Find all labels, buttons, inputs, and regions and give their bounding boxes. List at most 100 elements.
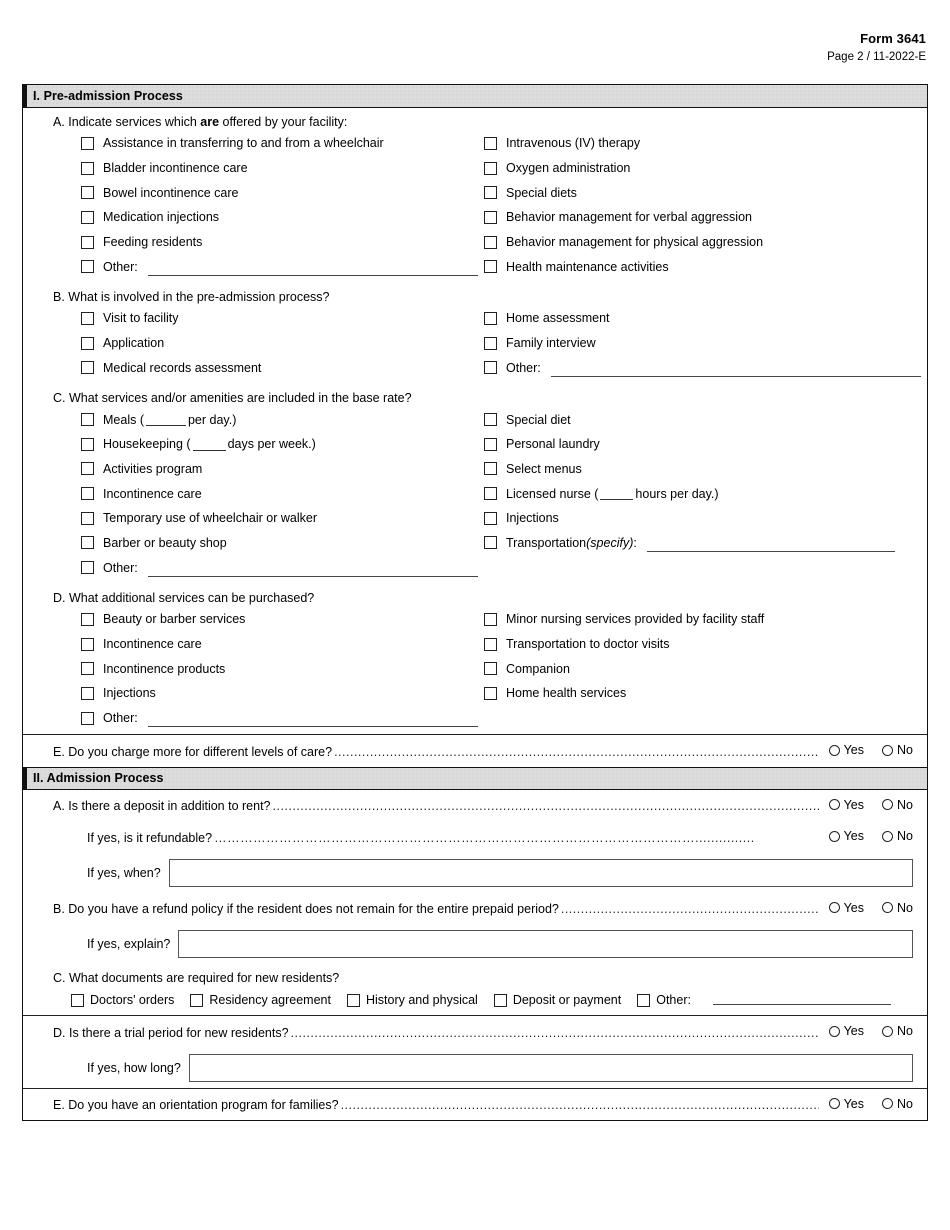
checkbox-icon[interactable]	[484, 511, 497, 525]
checkbox-row[interactable]: Bladder incontinence care	[81, 156, 475, 181]
checkbox-icon[interactable]	[484, 612, 497, 626]
radio-circle-icon[interactable]	[828, 799, 840, 811]
checkbox-icon[interactable]	[484, 361, 497, 375]
radio-yes-2a-sub[interactable]: Yes	[828, 829, 864, 843]
radio-circle-icon[interactable]	[828, 902, 840, 914]
if-yes-explain-input[interactable]	[178, 930, 913, 959]
radio-no-2d[interactable]: No	[882, 1024, 913, 1038]
checkbox-icon[interactable]	[81, 336, 94, 350]
checkbox-row[interactable]: Medication injections	[81, 205, 475, 230]
checkbox-icon[interactable]	[81, 487, 94, 501]
checkbox-row-other[interactable]: Other:	[81, 254, 478, 279]
checkbox-icon[interactable]	[71, 993, 84, 1007]
checkbox-row-meals[interactable]: Meals ( per day.)	[81, 407, 475, 432]
checkbox-row[interactable]: Activities program	[81, 457, 475, 482]
radio-no-1e[interactable]: No	[882, 743, 913, 757]
radio-circle-icon[interactable]	[882, 799, 894, 811]
checkbox-icon[interactable]	[81, 260, 94, 274]
radio-yes-1e[interactable]: Yes	[828, 743, 864, 757]
checkbox-icon[interactable]	[484, 662, 497, 676]
checkbox-row[interactable]: Personal laundry	[484, 432, 927, 457]
checkbox-row[interactable]: Residency agreement	[190, 993, 331, 1007]
checkbox-row[interactable]: Bowel incontinence care	[81, 180, 475, 205]
checkbox-icon[interactable]	[81, 686, 94, 700]
radio-no-2b[interactable]: No	[882, 901, 913, 915]
checkbox-row[interactable]: Temporary use of wheelchair or walker	[81, 506, 475, 531]
checkbox-icon[interactable]	[81, 662, 94, 676]
checkbox-icon[interactable]	[484, 686, 497, 700]
if-yes-how-long-input[interactable]	[188, 1053, 913, 1082]
radio-circle-icon[interactable]	[882, 902, 894, 914]
checkbox-icon[interactable]	[190, 993, 204, 1007]
checkbox-row[interactable]: Injections	[484, 506, 927, 531]
checkbox-row[interactable]: Intravenous (IV) therapy	[484, 131, 927, 156]
checkbox-icon[interactable]	[81, 511, 94, 525]
checkbox-icon[interactable]	[81, 311, 94, 325]
nurse-hours-input[interactable]	[600, 487, 634, 501]
checkbox-row[interactable]: History and physical	[346, 993, 478, 1007]
checkbox-row[interactable]: Beauty or barber services	[81, 607, 475, 632]
checkbox-icon[interactable]	[484, 487, 497, 501]
checkbox-icon[interactable]	[484, 311, 497, 325]
checkbox-icon[interactable]	[484, 260, 497, 274]
checkbox-row-housekeeping[interactable]: Housekeeping ( days per week.)	[81, 432, 475, 457]
housekeeping-days-input[interactable]	[192, 438, 226, 451]
checkbox-row[interactable]: Incontinence products	[81, 656, 475, 681]
checkbox-icon[interactable]	[81, 536, 94, 550]
radio-circle-icon[interactable]	[828, 1098, 840, 1110]
checkbox-icon[interactable]	[484, 413, 497, 427]
checkbox-row[interactable]: Medical records assessment	[81, 356, 475, 381]
checkbox-icon[interactable]	[81, 413, 94, 427]
checkbox-icon[interactable]	[484, 235, 497, 249]
checkbox-icon[interactable]	[484, 536, 497, 550]
checkbox-row[interactable]: Behavior management for verbal aggressio…	[484, 205, 927, 230]
checkbox-icon[interactable]	[637, 993, 651, 1007]
checkbox-row[interactable]: Doctors' orders	[71, 993, 174, 1007]
checkbox-row[interactable]: Home assessment	[484, 306, 927, 331]
checkbox-row-other[interactable]: Other:	[81, 706, 478, 731]
checkbox-icon[interactable]	[484, 136, 497, 150]
checkbox-row[interactable]: Deposit or payment	[493, 993, 621, 1007]
checkbox-row-other[interactable]: Other:	[637, 993, 691, 1007]
if-yes-when-input[interactable]	[168, 858, 913, 887]
checkbox-row-licensed-nurse[interactable]: Licensed nurse ( hours per day.)	[484, 481, 927, 506]
meals-per-day-input[interactable]	[145, 413, 186, 427]
checkbox-row[interactable]: Companion	[484, 656, 927, 681]
other-write-in-line[interactable]	[147, 714, 478, 728]
radio-circle-icon[interactable]	[882, 744, 894, 756]
other-write-in-line[interactable]	[147, 564, 478, 577]
radio-circle-icon[interactable]	[828, 744, 840, 756]
radio-circle-icon[interactable]	[828, 830, 840, 842]
radio-circle-icon[interactable]	[882, 830, 894, 842]
checkbox-row[interactable]: Incontinence care	[81, 632, 475, 657]
checkbox-row[interactable]: Health maintenance activities	[484, 254, 927, 279]
other-write-in-line[interactable]	[550, 364, 921, 378]
checkbox-icon[interactable]	[81, 210, 94, 224]
checkbox-icon[interactable]	[81, 136, 94, 150]
checkbox-icon[interactable]	[484, 637, 497, 651]
checkbox-row[interactable]: Family interview	[484, 331, 927, 356]
checkbox-row-transportation[interactable]: Transportation (specify):	[484, 531, 927, 556]
checkbox-icon[interactable]	[81, 235, 94, 249]
checkbox-icon[interactable]	[484, 336, 497, 350]
radio-no-2a[interactable]: No	[882, 798, 913, 812]
checkbox-row[interactable]: Barber or beauty shop	[81, 531, 475, 556]
checkbox-row[interactable]: Special diet	[484, 407, 927, 432]
checkbox-icon[interactable]	[484, 210, 497, 224]
checkbox-icon[interactable]	[484, 186, 497, 200]
checkbox-row[interactable]: Special diets	[484, 180, 927, 205]
checkbox-row-other[interactable]: Other:	[484, 356, 927, 381]
checkbox-row[interactable]: Behavior management for physical aggress…	[484, 230, 927, 255]
checkbox-row[interactable]: Visit to facility	[81, 306, 475, 331]
checkbox-icon[interactable]	[493, 993, 507, 1007]
transportation-write-in-line[interactable]	[646, 539, 895, 553]
checkbox-row[interactable]: Minor nursing services provided by facil…	[484, 607, 927, 632]
checkbox-row[interactable]: Assistance in transferring to and from a…	[81, 131, 475, 156]
checkbox-row-other[interactable]: Other:	[81, 555, 478, 580]
checkbox-row[interactable]: Injections	[81, 681, 475, 706]
checkbox-icon[interactable]	[81, 612, 94, 626]
radio-no-2a-sub[interactable]: No	[882, 829, 913, 843]
radio-circle-icon[interactable]	[882, 1098, 894, 1110]
checkbox-icon[interactable]	[484, 161, 497, 175]
radio-yes-2b[interactable]: Yes	[828, 901, 864, 915]
